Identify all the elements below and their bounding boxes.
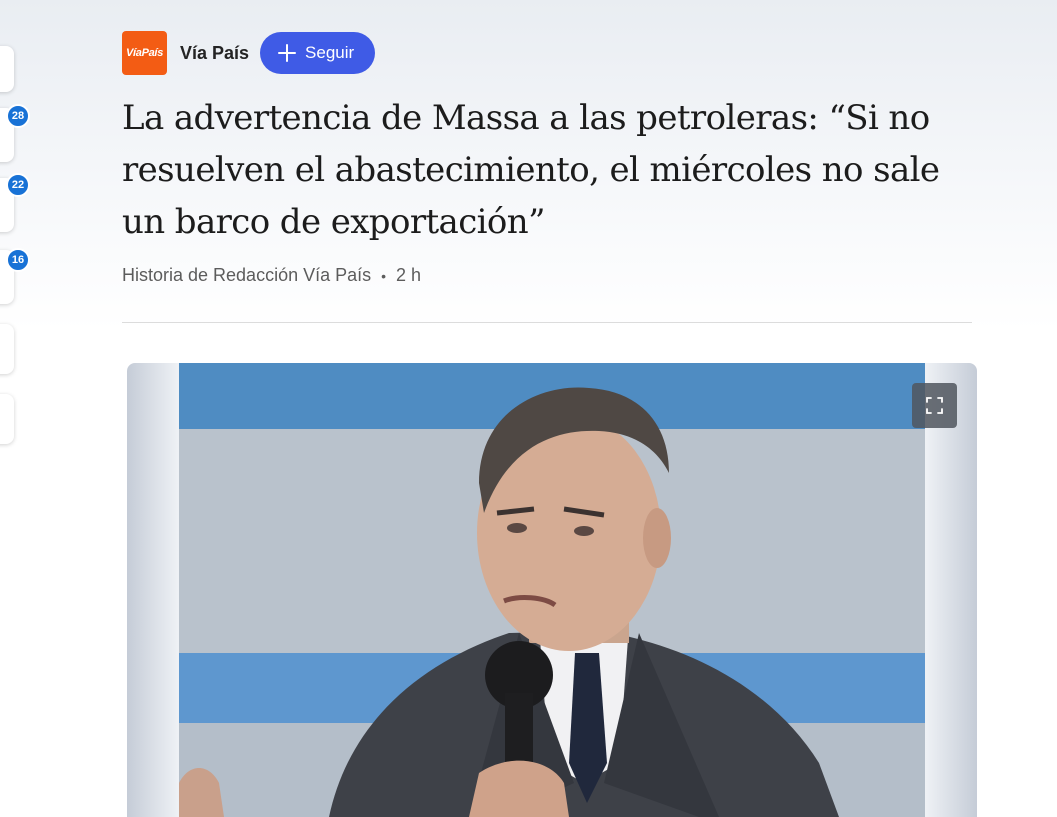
- rail-count-badge: 28: [6, 104, 30, 128]
- follow-label: Seguir: [305, 43, 355, 62]
- article-image-container: [127, 363, 977, 817]
- byline-author: Historia de Redacción Vía País: [122, 265, 372, 285]
- publisher-logo[interactable]: VíaPaís: [122, 31, 167, 75]
- rail-card[interactable]: [0, 394, 14, 444]
- article-title: La advertencia de Massa a las petroleras…: [122, 98, 940, 242]
- publisher-header: VíaPaís Vía País Seguir: [122, 31, 376, 75]
- rail-count-badge: 16: [6, 248, 30, 272]
- byline-separator: •: [381, 267, 387, 284]
- publisher-name[interactable]: Vía País: [180, 43, 249, 64]
- rail-card[interactable]: [0, 46, 14, 92]
- rail-card[interactable]: [0, 324, 14, 374]
- expand-image-button[interactable]: [912, 383, 957, 428]
- article-photo[interactable]: [179, 363, 925, 817]
- byline-time: 2 h: [396, 265, 422, 285]
- article-byline: Historia de Redacción Vía País • 2 h: [122, 265, 421, 286]
- rail-count-badge: 22: [6, 173, 30, 197]
- follow-button[interactable]: Seguir: [260, 32, 376, 74]
- plus-icon: [278, 44, 297, 62]
- divider: [122, 322, 972, 323]
- expand-icon: [926, 397, 943, 414]
- left-rail: 28 22 16: [0, 0, 40, 817]
